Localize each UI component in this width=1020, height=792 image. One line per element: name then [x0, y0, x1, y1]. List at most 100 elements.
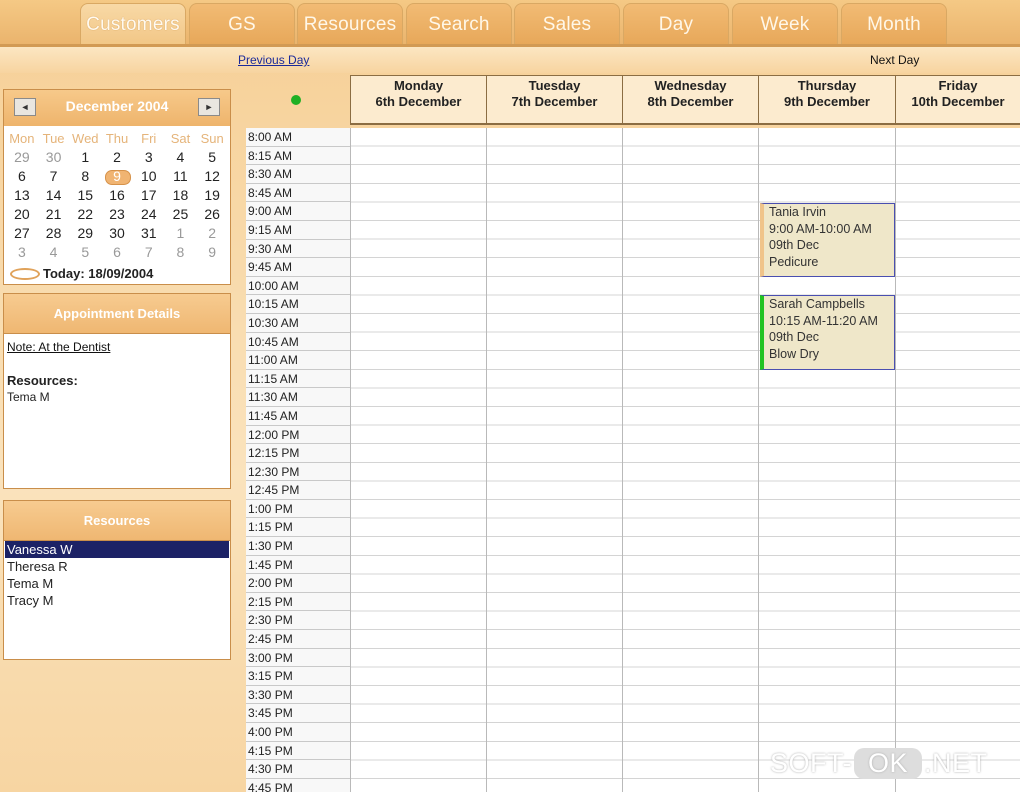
- calendar-day[interactable]: 21: [38, 205, 70, 224]
- event-date: 09th Dec: [769, 330, 820, 344]
- calendar-day[interactable]: 4: [38, 243, 70, 262]
- day-header-tuesday[interactable]: Tuesday 7th December: [486, 75, 623, 125]
- day-header-friday[interactable]: Friday 10th December: [895, 75, 1020, 125]
- calendar-day[interactable]: 15: [69, 186, 101, 205]
- time-slot-label: 11:45 AM: [246, 406, 350, 426]
- calendar-day[interactable]: 13: [6, 186, 38, 205]
- calendar-day[interactable]: 6: [6, 167, 38, 186]
- previous-day-link[interactable]: Previous Day: [238, 53, 309, 67]
- calendar-day[interactable]: 3: [133, 148, 165, 167]
- resource-item-theresa[interactable]: Theresa R: [5, 558, 229, 575]
- resource-item-tema[interactable]: Tema M: [5, 575, 229, 592]
- calendar-day[interactable]: 6: [101, 243, 133, 262]
- appointment-details-title: Appointment Details: [4, 294, 230, 334]
- time-slot-label: 2:30 PM: [246, 611, 350, 631]
- calendar-day[interactable]: 8: [165, 243, 197, 262]
- event-date: 09th Dec: [769, 238, 820, 252]
- today-button[interactable]: Today: 18/09/2004: [10, 266, 153, 281]
- calendar-day[interactable]: 30: [38, 148, 70, 167]
- time-slot-label: 12:30 PM: [246, 462, 350, 482]
- calendar-day[interactable]: 4: [165, 148, 197, 167]
- calendar-day[interactable]: 14: [38, 186, 70, 205]
- calendar-day[interactable]: 16: [101, 186, 133, 205]
- calendar-day[interactable]: 31: [133, 224, 165, 243]
- weekday-label: Sun: [200, 131, 224, 146]
- schedule-grid: Monday 6th December Tuesday 7th December…: [246, 75, 1020, 792]
- resources-title: Resources: [4, 501, 230, 541]
- time-slot-label: 12:15 PM: [246, 444, 350, 463]
- calendar-day[interactable]: 29: [6, 148, 38, 167]
- time-slot-cells[interactable]: [350, 128, 1020, 792]
- calendar-day[interactable]: 23: [101, 205, 133, 224]
- calendar-day[interactable]: 7: [133, 243, 165, 262]
- calendar-day[interactable]: 2: [196, 224, 228, 243]
- day-header-thursday[interactable]: Thursday 9th December: [758, 75, 896, 125]
- calendar-week-row: 6 7 8 9 10 11 12: [6, 167, 228, 186]
- tab-week[interactable]: Week: [732, 3, 838, 45]
- day-date: 6th December: [375, 94, 462, 109]
- calendar-day[interactable]: 5: [69, 243, 101, 262]
- calendar-day[interactable]: 20: [6, 205, 38, 224]
- calendar-day[interactable]: 25: [165, 205, 197, 224]
- time-slot-label: 3:15 PM: [246, 667, 350, 686]
- tab-resources[interactable]: Resources: [297, 3, 403, 45]
- time-slot-label: 2:15 PM: [246, 592, 350, 612]
- day-date: 9th December: [784, 94, 870, 109]
- calendar-day[interactable]: 8: [69, 167, 101, 186]
- calendar-day[interactable]: 1: [165, 224, 197, 243]
- resource-item-tracy[interactable]: Tracy M: [5, 592, 229, 609]
- calendar-day[interactable]: 5: [196, 148, 228, 167]
- calendar-day[interactable]: 26: [196, 205, 228, 224]
- calendar-header: ◄ December 2004 ►: [4, 90, 230, 126]
- day-header-monday[interactable]: Monday 6th December: [350, 75, 487, 125]
- day-navigation: Previous Day Next Day: [0, 47, 1020, 73]
- calendar-day[interactable]: 12: [196, 167, 228, 186]
- time-slot-label: 9:00 AM: [246, 202, 350, 221]
- calendar-day[interactable]: 1: [69, 148, 101, 167]
- time-slot-label: 12:45 PM: [246, 481, 350, 500]
- calendar-day[interactable]: 9: [196, 243, 228, 262]
- calendar-day[interactable]: 17: [133, 186, 165, 205]
- tab-day[interactable]: Day: [623, 3, 729, 45]
- prev-month-button[interactable]: ◄: [14, 98, 36, 116]
- tab-month[interactable]: Month: [841, 3, 947, 45]
- appointment-note-link[interactable]: Note: At the Dentist: [7, 340, 110, 354]
- calendar-day[interactable]: 18: [165, 186, 197, 205]
- today-label: Today: 18/09/2004: [43, 266, 154, 281]
- calendar-grid: Mon Tue Wed Thu Fri Sat Sun 29 30 1 2 3 4 5 6 7 8…: [6, 129, 228, 262]
- tab-customers[interactable]: Customers: [80, 3, 186, 45]
- time-slot-label: 10:45 AM: [246, 332, 350, 352]
- calendar-day[interactable]: 9: [101, 167, 133, 186]
- resources-list[interactable]: Vanessa W Theresa R Tema M Tracy M: [5, 541, 229, 609]
- tab-search[interactable]: Search: [406, 3, 512, 45]
- calendar-day[interactable]: 2: [101, 148, 133, 167]
- calendar-day[interactable]: 30: [101, 224, 133, 243]
- calendar-weekday-row: Mon Tue Wed Thu Fri Sat Sun: [6, 129, 228, 148]
- calendar-day[interactable]: 3: [6, 243, 38, 262]
- calendar-day[interactable]: 7: [38, 167, 70, 186]
- calendar-day[interactable]: 27: [6, 224, 38, 243]
- calendar-day[interactable]: 19: [196, 186, 228, 205]
- resources-value: Tema M: [7, 390, 50, 404]
- calendar-day[interactable]: 28: [38, 224, 70, 243]
- time-slot-label: 9:15 AM: [246, 220, 350, 240]
- appointment-event[interactable]: Tania Irvin 9:00 AM-10:00 AM 09th Dec Pe…: [760, 203, 895, 277]
- next-day-link[interactable]: Next Day: [870, 53, 919, 67]
- time-slot-label: 4:45 PM: [246, 778, 350, 792]
- resource-item-vanessa[interactable]: Vanessa W: [5, 541, 229, 558]
- time-slot-label: 4:00 PM: [246, 723, 350, 742]
- tab-gs[interactable]: GS: [189, 3, 295, 45]
- day-name: Friday: [938, 78, 978, 93]
- time-slot-label: 10:00 AM: [246, 276, 350, 296]
- calendar-day[interactable]: 29: [69, 224, 101, 243]
- time-slot-label: 2:00 PM: [246, 574, 350, 593]
- calendar-day[interactable]: 11: [165, 167, 197, 186]
- calendar-day[interactable]: 24: [133, 205, 165, 224]
- column-divider: [895, 128, 896, 792]
- calendar-day[interactable]: 22: [69, 205, 101, 224]
- calendar-day[interactable]: 10: [133, 167, 165, 186]
- day-header-wednesday[interactable]: Wednesday 8th December: [622, 75, 759, 125]
- tab-sales[interactable]: Sales: [514, 3, 620, 45]
- appointment-event[interactable]: Sarah Campbells 10:15 AM-11:20 AM 09th D…: [760, 295, 895, 370]
- next-month-button[interactable]: ►: [198, 98, 220, 116]
